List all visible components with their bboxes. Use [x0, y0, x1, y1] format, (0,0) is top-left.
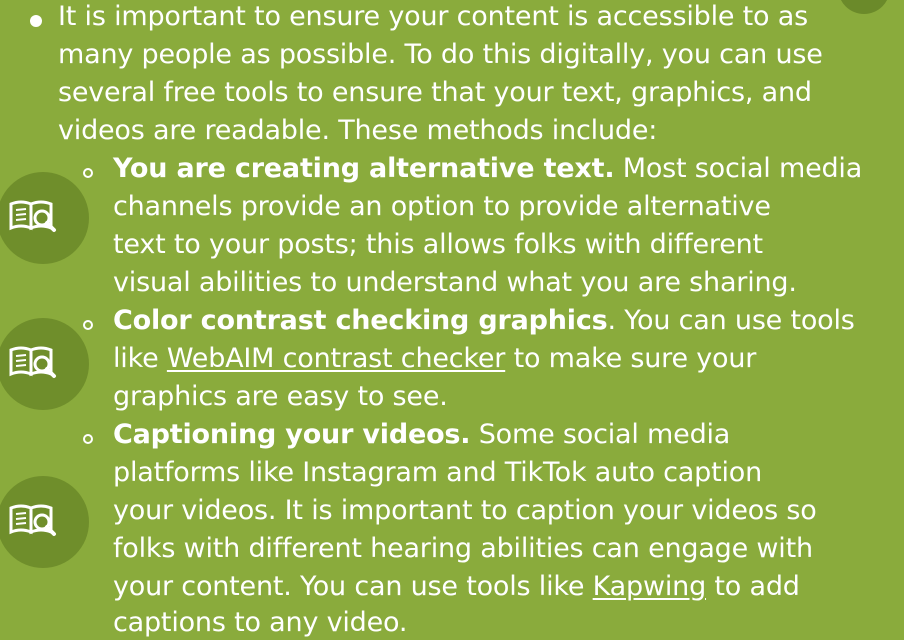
item-3-line-5-post: to add — [706, 571, 800, 602]
item-2-line-2: like WebAIM contrast checker to make sur… — [113, 342, 756, 376]
item-1-line-2: channels provide an option to provide al… — [113, 191, 771, 222]
open-book-magnifier-icon — [9, 504, 56, 536]
item-3-line-4: folks with different hearing abilities c… — [113, 533, 813, 564]
item-2-title: Color contrast checking graphics — [113, 305, 608, 336]
open-book-magnifier-icon — [9, 200, 56, 232]
sub-bullet-3 — [83, 434, 93, 444]
intro-line-2: many people as possible. To do this digi… — [58, 39, 823, 70]
book-badge-2 — [0, 318, 89, 410]
item-3-line-2: platforms like Instagram and TikTok auto… — [113, 457, 762, 488]
item-3-line-1: Captioning your videos. Some social medi… — [113, 418, 730, 452]
intro-line-4: videos are readable. These methods inclu… — [58, 115, 658, 146]
item-2-line-1: Color contrast checking graphics. You ca… — [113, 304, 855, 338]
item-3-line-3: your videos. It is important to caption … — [113, 495, 817, 526]
item-1-line-1: You are creating alternative text. Most … — [113, 152, 862, 186]
item-3-line-6: captions to any video. — [113, 607, 408, 638]
item-3-line-5: your content. You can use tools like Kap… — [113, 570, 800, 604]
item-1-line-1-text: Most social media — [614, 153, 863, 184]
intro-line-1: It is important to ensure your content i… — [58, 1, 808, 32]
item-1-line-3: text to your posts; this allows folks wi… — [113, 229, 763, 260]
kapwing-link[interactable]: Kapwing — [593, 571, 707, 602]
item-2-line-2-pre: like — [113, 343, 167, 374]
sub-bullet-1 — [83, 168, 93, 178]
document-body: It is important to ensure your content i… — [0, 0, 904, 638]
open-book-magnifier-icon — [9, 346, 56, 378]
item-2-line-3: graphics are easy to see. — [113, 381, 448, 412]
item-3-line-1-text: Some social media — [470, 419, 731, 450]
item-1-line-4: visual abilities to understand what you … — [113, 267, 797, 298]
bullet-dot — [30, 15, 42, 27]
webaim-contrast-checker-link[interactable]: WebAIM contrast checker — [167, 343, 506, 374]
book-badge-3 — [0, 476, 89, 568]
book-badge-1 — [0, 172, 89, 264]
sub-bullet-2 — [83, 320, 93, 330]
item-1-title: You are creating alternative text. — [113, 153, 615, 184]
item-2-line-1-text: . You can use tools — [607, 305, 855, 336]
intro-line-3: several free tools to ensure that your t… — [58, 77, 812, 108]
item-3-title: Captioning your videos. — [113, 419, 471, 450]
item-3-line-5-pre: your content. You can use tools like — [113, 571, 593, 602]
item-2-line-2-post: to make sure your — [505, 343, 757, 374]
